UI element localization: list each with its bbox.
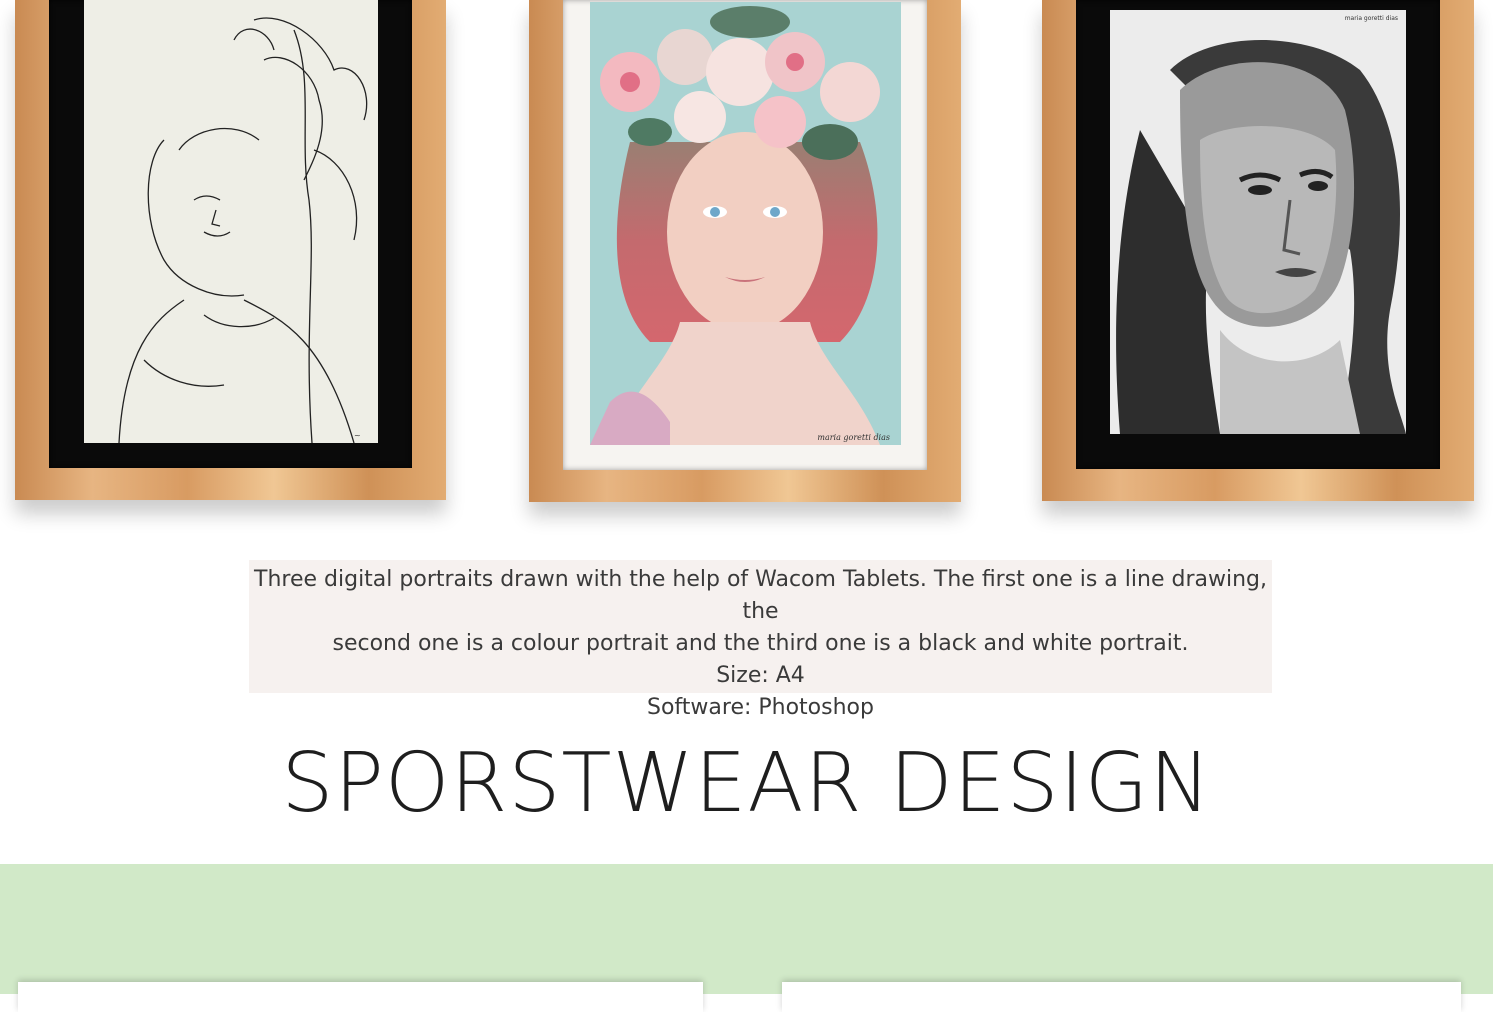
colour-portrait-image[interactable]: maria goretti dias: [590, 2, 901, 445]
frame-bw-portrait: maria goretti dias: [1042, 0, 1474, 501]
section-title: SPORSTWEAR DESIGN: [281, 736, 1212, 831]
sportswear-section-band: [0, 864, 1493, 994]
portrait-gallery: ~ maria goretti dias maria goretti dias: [0, 0, 1493, 520]
description-size: Size: A4: [716, 663, 805, 688]
colour-portrait-signature: maria goretti dias: [817, 433, 890, 442]
sportswear-card-left[interactable]: [18, 982, 703, 1012]
portraits-description: Three digital portraits drawn with the h…: [249, 560, 1272, 720]
frame-colour-portrait: maria goretti dias: [529, 0, 961, 502]
frame-line-drawing: ~: [15, 0, 446, 500]
line-drawing-portrait-image[interactable]: ~: [84, 0, 378, 443]
description-software: Software: Photoshop: [647, 695, 874, 720]
black-white-portrait-image[interactable]: maria goretti dias: [1110, 10, 1406, 434]
svg-text:~: ~: [354, 431, 361, 440]
bw-portrait-signature: maria goretti dias: [1345, 15, 1398, 22]
description-line-1: Three digital portraits drawn with the h…: [254, 567, 1267, 624]
description-line-2: second one is a colour portrait and the …: [332, 631, 1189, 656]
sportswear-card-right[interactable]: [782, 982, 1461, 1012]
